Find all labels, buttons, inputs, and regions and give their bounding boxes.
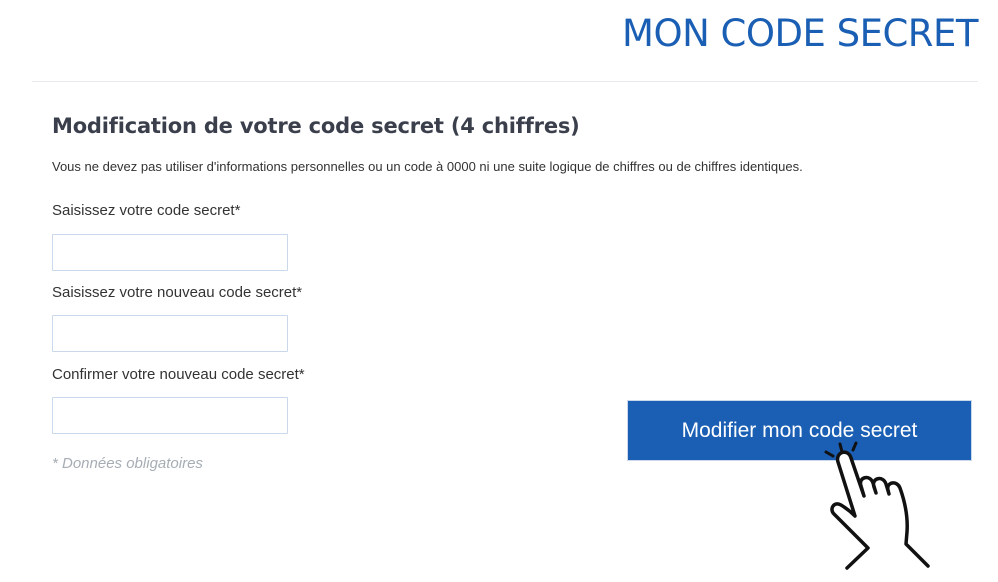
- current-code-label: Saisissez votre code secret*: [52, 202, 241, 219]
- new-code-input[interactable]: [52, 315, 288, 352]
- new-code-label: Saisissez votre nouveau code secret*: [52, 284, 303, 301]
- required-fields-note: * Données obligatoires: [52, 455, 203, 472]
- confirm-code-label: Confirmer votre nouveau code secret*: [52, 366, 305, 383]
- header-divider: [32, 81, 978, 82]
- page-title: MON CODE SECRET: [622, 12, 978, 55]
- confirm-code-input[interactable]: [52, 397, 288, 434]
- instructions-text: Vous ne devez pas utiliser d'information…: [52, 159, 803, 174]
- section-title: Modification de votre code secret (4 chi…: [52, 114, 580, 138]
- hand-pointer-icon: [824, 441, 930, 570]
- current-code-input[interactable]: [52, 234, 288, 271]
